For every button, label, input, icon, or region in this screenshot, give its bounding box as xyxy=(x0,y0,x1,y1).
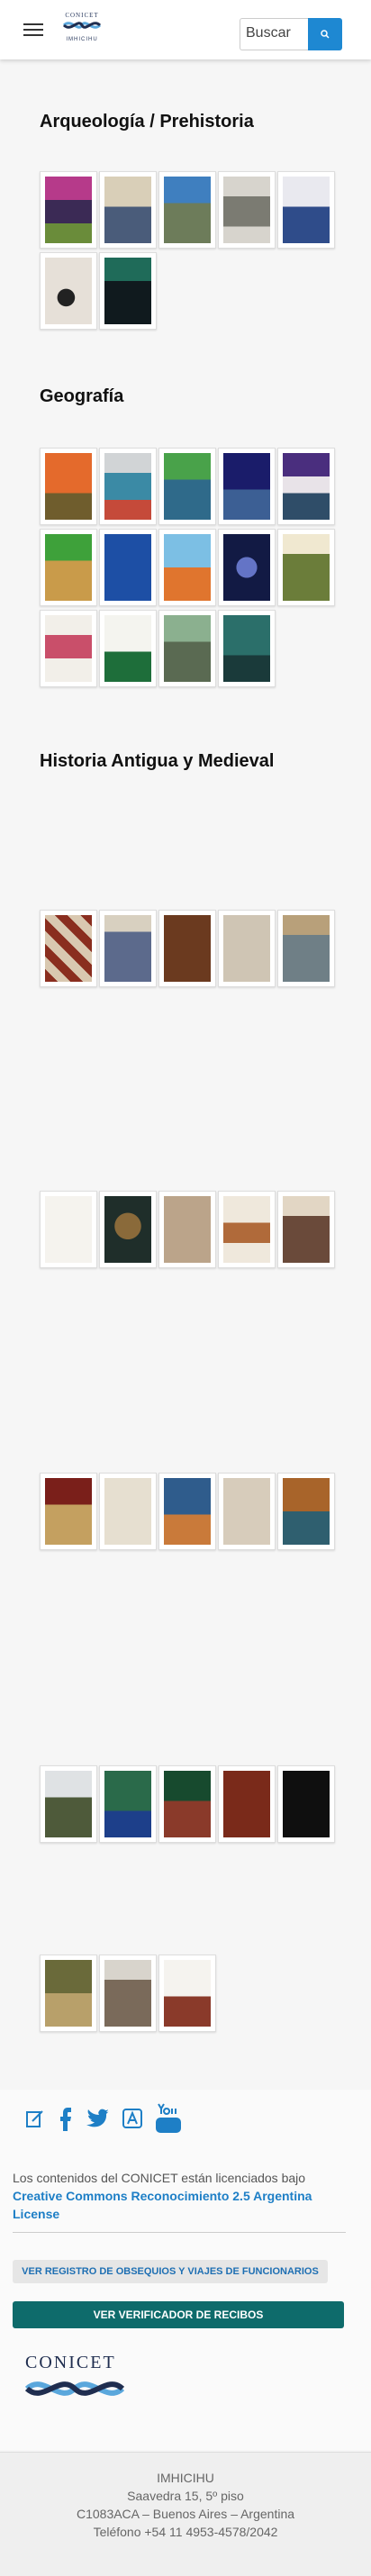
book-cover[interactable] xyxy=(99,529,157,606)
book-cover[interactable] xyxy=(158,1473,216,1550)
youtube-icon[interactable] xyxy=(155,2103,182,2138)
book-cover[interactable] xyxy=(158,1191,216,1268)
license-text: Los contenidos del CONICET están licenci… xyxy=(13,2169,355,2223)
logo-text-bottom: IMHICIHU xyxy=(66,37,98,42)
facebook-icon[interactable] xyxy=(58,2106,72,2136)
conicet-footer-logo[interactable]: CONICET xyxy=(24,2353,125,2416)
book-cover[interactable] xyxy=(40,529,97,606)
book-cover[interactable] xyxy=(40,448,97,525)
book-cover[interactable] xyxy=(40,171,97,249)
conicet-logo-text: CONICET xyxy=(25,2353,116,2372)
book-cover[interactable] xyxy=(277,1473,335,1550)
book-cover[interactable] xyxy=(158,1765,216,1843)
book-cover[interactable] xyxy=(158,910,216,987)
section-arqueologia: Arqueología / Prehistoria xyxy=(40,108,337,342)
book-cover[interactable] xyxy=(99,610,157,687)
search-button[interactable] xyxy=(308,18,342,50)
book-cover[interactable] xyxy=(40,610,97,687)
social-links xyxy=(25,2103,182,2138)
twitter-icon[interactable] xyxy=(85,2109,110,2133)
logo-text-top: CONICET xyxy=(65,12,99,19)
book-cover[interactable] xyxy=(40,1473,97,1550)
search-icon xyxy=(321,30,330,39)
book-cover[interactable] xyxy=(277,448,335,525)
book-cover[interactable] xyxy=(218,529,276,606)
book-cover[interactable] xyxy=(99,171,157,249)
address-phone: Teléfono +54 11 4953-4578/2042 xyxy=(93,2525,278,2539)
book-cover[interactable] xyxy=(218,448,276,525)
book-cover[interactable] xyxy=(158,529,216,606)
section-title: Geografía xyxy=(40,386,124,406)
book-cover[interactable] xyxy=(277,910,335,987)
registro-obsequios-button[interactable]: VER REGISTRO DE OBSEQUIOS Y VIAJES DE FU… xyxy=(13,2260,328,2283)
creative-commons-link[interactable]: Creative Commons Reconocimiento 2.5 Arge… xyxy=(13,2189,312,2221)
search-form: Buscar xyxy=(240,18,342,50)
book-cover[interactable] xyxy=(158,610,216,687)
book-cover[interactable] xyxy=(277,1765,335,1843)
address-block: IMHICIHU Saavedra 15, 5º piso C1083ACA –… xyxy=(0,2452,371,2576)
font-a-icon[interactable] xyxy=(122,2109,142,2133)
license-intro: Los contenidos del CONICET están licenci… xyxy=(13,2171,306,2185)
conicet-wave-icon xyxy=(24,2381,125,2396)
section-title: Historia Antigua y Medieval xyxy=(40,751,275,771)
book-cover[interactable] xyxy=(99,1955,157,2032)
book-cover[interactable] xyxy=(158,448,216,525)
book-cover[interactable] xyxy=(40,1765,97,1843)
verificador-recibos-button[interactable]: VER VERIFICADOR DE RECIBOS xyxy=(13,2301,344,2328)
book-cover[interactable] xyxy=(158,1955,216,2032)
conicet-imhicihu-logo[interactable]: CONICET IMHICIHU xyxy=(59,12,104,50)
book-cover[interactable] xyxy=(99,448,157,525)
book-cover[interactable] xyxy=(158,171,216,249)
section-title: Arqueología / Prehistoria xyxy=(40,112,254,132)
book-cover[interactable] xyxy=(277,171,335,249)
book-cover[interactable] xyxy=(218,171,276,249)
book-cover[interactable] xyxy=(99,910,157,987)
hamburger-menu-icon[interactable] xyxy=(23,23,43,36)
book-cover[interactable] xyxy=(99,1765,157,1843)
section-geografia: Geografía xyxy=(40,383,337,689)
book-cover[interactable] xyxy=(99,1191,157,1268)
book-cover[interactable] xyxy=(218,1473,276,1550)
edit-icon[interactable] xyxy=(25,2109,45,2133)
book-cover[interactable] xyxy=(277,529,335,606)
book-cover[interactable] xyxy=(277,1191,335,1268)
book-cover[interactable] xyxy=(40,910,97,987)
book-cover[interactable] xyxy=(99,1473,157,1550)
book-cover[interactable] xyxy=(99,252,157,330)
book-cover[interactable] xyxy=(218,910,276,987)
book-cover[interactable] xyxy=(40,1955,97,2032)
address-city: C1083ACA – Buenos Aires – Argentina xyxy=(76,2507,295,2521)
search-input[interactable]: Buscar xyxy=(240,18,308,50)
book-cover[interactable] xyxy=(218,1765,276,1843)
institute-name: IMHICIHU xyxy=(157,2471,214,2485)
book-cover[interactable] xyxy=(218,1191,276,1268)
book-cover[interactable] xyxy=(40,1191,97,1268)
footer-divider xyxy=(13,2232,346,2233)
section-historia-antigua-medieval: Historia Antigua y Medieval xyxy=(40,748,337,2036)
logo-wave-icon xyxy=(62,22,102,29)
book-cover[interactable] xyxy=(218,610,276,687)
top-bar: CONICET IMHICIHU Buscar xyxy=(0,0,371,59)
book-cover[interactable] xyxy=(40,252,97,330)
address-street: Saavedra 15, 5º piso xyxy=(127,2489,244,2503)
